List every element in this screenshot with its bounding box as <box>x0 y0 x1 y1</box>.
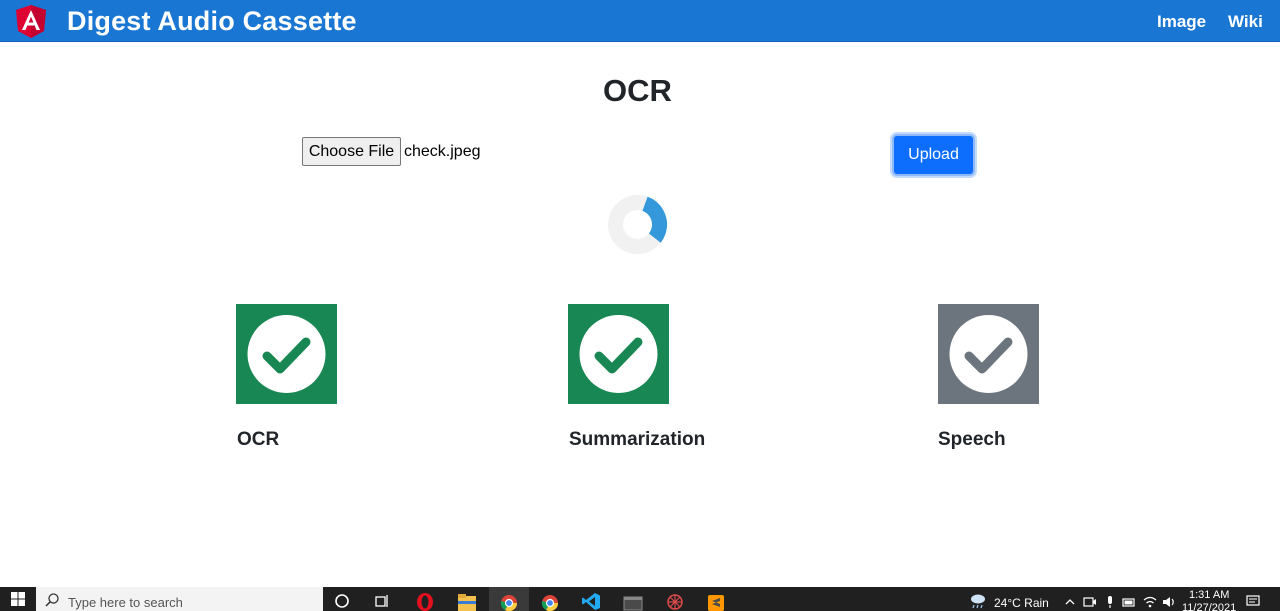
sublime-text-icon <box>708 595 724 611</box>
opera-taskbar-button[interactable] <box>405 587 445 611</box>
taskbar-search-placeholder: Type here to search <box>68 595 183 610</box>
chrome-icon <box>541 595 559 611</box>
notifications-icon[interactable] <box>1246 594 1260 608</box>
windows-taskbar: Type here to search 24°C Rain 1:31 AM 11… <box>0 587 1280 611</box>
cortana-button[interactable] <box>322 587 362 611</box>
chrome-taskbar-button[interactable] <box>530 587 570 611</box>
summarization-status-card <box>568 304 669 404</box>
meet-now-icon[interactable] <box>1083 595 1097 609</box>
vscode-icon <box>582 593 600 610</box>
opera-icon <box>417 593 433 611</box>
nav-link-wiki[interactable]: Wiki <box>1228 11 1263 33</box>
microphone-icon[interactable] <box>1103 595 1117 609</box>
speech-check-icon <box>938 304 1039 404</box>
upload-button[interactable]: Upload <box>892 134 975 176</box>
search-icon <box>45 593 59 607</box>
speech-status-card <box>938 304 1039 404</box>
start-button[interactable] <box>0 587 36 611</box>
task-view-icon <box>375 595 388 607</box>
navbar: Digest Audio Cassette Image Wiki <box>0 0 1280 42</box>
terminal-icon <box>623 596 643 611</box>
folder-icon <box>458 594 476 611</box>
weather-text[interactable]: 24°C Rain <box>994 596 1049 610</box>
chrome-icon <box>500 595 518 611</box>
ocr-step-label: OCR <box>237 429 280 450</box>
vscode-taskbar-button[interactable] <box>571 587 611 611</box>
angular-logo-icon[interactable] <box>15 5 47 38</box>
weather-rain-icon[interactable] <box>969 593 987 609</box>
choose-file-button[interactable]: Choose File <box>302 137 401 166</box>
network-tool-taskbar-button[interactable] <box>655 587 695 611</box>
loading-spinner-icon <box>608 195 667 254</box>
summarization-step-label: Summarization <box>569 429 706 450</box>
clock-date[interactable]: 11/27/2021 <box>1182 602 1236 611</box>
battery-icon[interactable] <box>1122 595 1136 609</box>
spider-web-icon <box>667 594 683 610</box>
clock-time[interactable]: 1:31 AM <box>1189 589 1229 602</box>
taskbar-search-box[interactable]: Type here to search <box>36 587 323 611</box>
ocr-status-card <box>236 304 337 404</box>
selected-file-name: check.jpeg <box>404 143 481 160</box>
chrome-profile-taskbar-button[interactable] <box>489 587 529 611</box>
ocr-check-icon <box>236 304 337 404</box>
nav-link-image[interactable]: Image <box>1157 11 1206 33</box>
chevron-up-icon[interactable] <box>1063 595 1077 609</box>
speech-step-label: Speech <box>938 429 1006 450</box>
cortana-icon <box>335 594 349 608</box>
file-explorer-taskbar-button[interactable] <box>447 587 487 611</box>
page-title: OCR <box>603 73 672 108</box>
summarization-check-icon <box>568 304 669 404</box>
task-view-button[interactable] <box>362 587 402 611</box>
page: Digest Audio Cassette Image Wiki OCR Cho… <box>0 0 1280 611</box>
wifi-icon[interactable] <box>1143 595 1157 609</box>
terminal-taskbar-button[interactable] <box>613 587 653 611</box>
volume-icon[interactable] <box>1162 595 1176 609</box>
brand-title[interactable]: Digest Audio Cassette <box>67 4 357 38</box>
windows-logo-icon <box>11 592 25 606</box>
sublime-text-taskbar-button[interactable] <box>696 587 736 611</box>
